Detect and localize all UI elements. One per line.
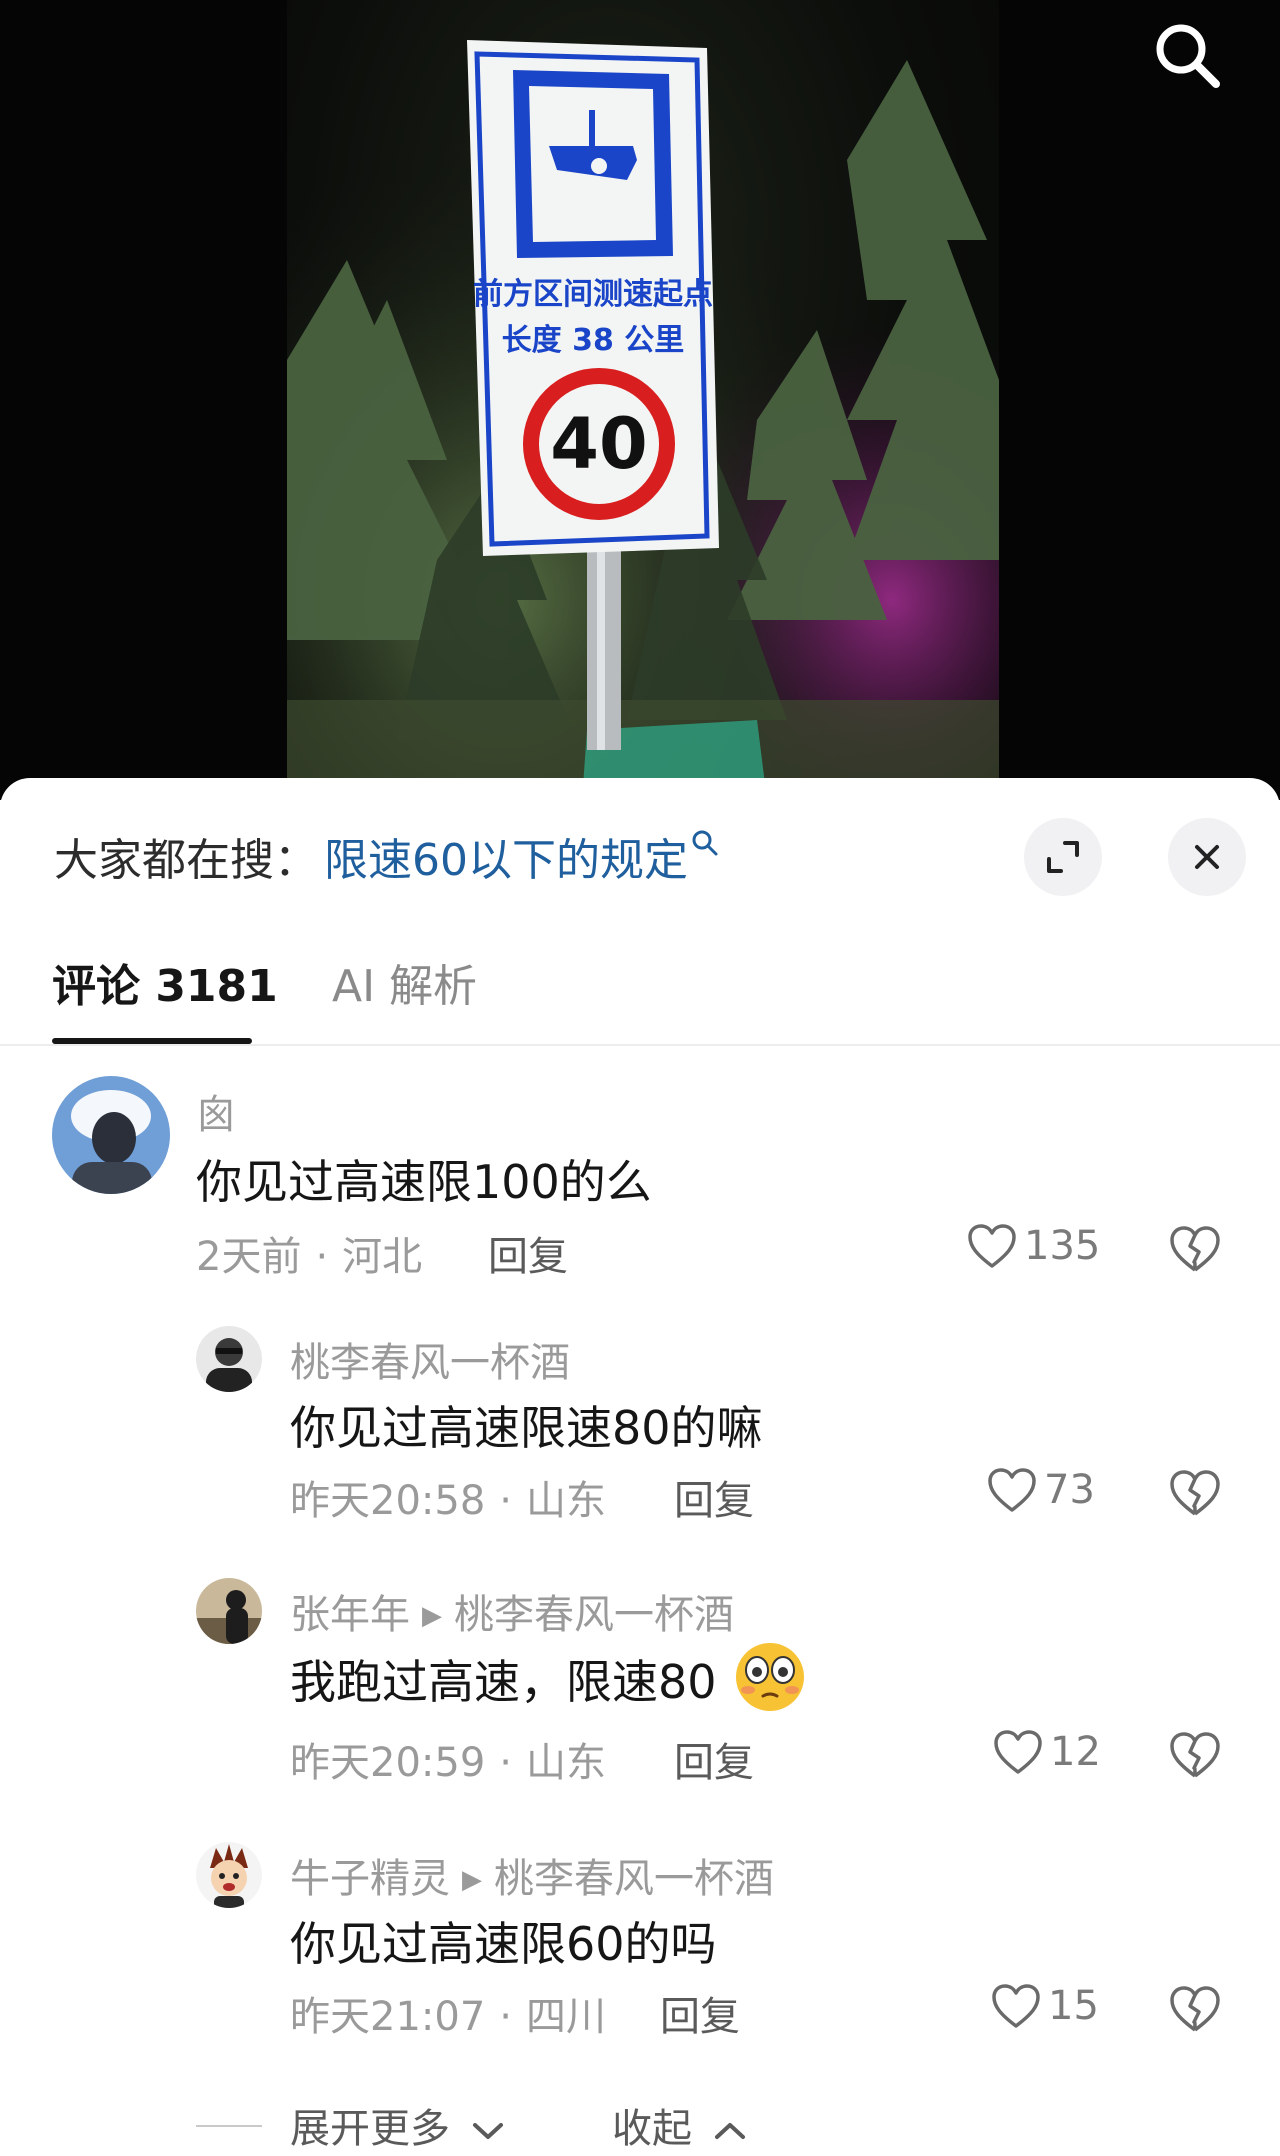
- dislike-button[interactable]: [1168, 1468, 1222, 1518]
- meta-separator: ·: [315, 1234, 329, 1280]
- search-icon[interactable]: [690, 828, 720, 858]
- expand-more-label: 展开更多: [290, 2106, 450, 2152]
- comment-text: 你见过高速限60的吗: [290, 1917, 717, 1971]
- reply-button[interactable]: 回复: [674, 1468, 754, 1526]
- meta-separator: ·: [499, 1740, 512, 1786]
- collapse-button[interactable]: 收起: [612, 2096, 747, 2154]
- comment-sheet: 大家都在搜： 限速60以下的规定 评论 3181 AI 解析 囪 你见过高速限1…: [0, 778, 1280, 2156]
- reply-button[interactable]: 回复: [660, 1984, 740, 2042]
- broken-heart-icon: [1170, 1226, 1220, 1272]
- comment-text-content: 我跑过高速，限速80: [290, 1655, 717, 1709]
- expand-more-button[interactable]: 展开更多: [290, 2096, 505, 2154]
- reply-arrow-icon: ▶: [462, 1865, 482, 1895]
- comment-text: 你见过高速限速80的嘛: [290, 1401, 763, 1455]
- svg-text:长度 38 公里: 长度 38 公里: [502, 323, 685, 358]
- tab-ai-analysis[interactable]: AI 解析: [332, 950, 477, 1014]
- reply-to-name[interactable]: 桃李春风一杯酒: [454, 1592, 734, 1638]
- comment-tabs: 评论 3181 AI 解析: [0, 916, 1280, 1046]
- author-name: 囪: [196, 1092, 236, 1138]
- reply-button[interactable]: 回复: [488, 1224, 568, 1282]
- comment-meta: 昨天20:59 · 山东: [290, 1730, 606, 1788]
- broken-heart-icon: [1170, 1986, 1220, 2032]
- comment-author[interactable]: 桃李春风一杯酒: [290, 1330, 570, 1388]
- chevron-up-icon: [714, 2123, 745, 2139]
- comment-time: 2天前: [196, 1234, 302, 1280]
- reply-to-name[interactable]: 桃李春风一杯酒: [494, 1856, 774, 1902]
- avatar[interactable]: [196, 1326, 262, 1392]
- comment-time: 昨天21:07: [290, 1994, 486, 2040]
- comment-author[interactable]: 囪: [196, 1082, 236, 1140]
- broken-heart-icon: [1170, 1732, 1220, 1778]
- comment-text: 你见过高速限100的么: [196, 1155, 652, 1209]
- reply-button[interactable]: 回复: [674, 1730, 754, 1788]
- comment-text: 我跑过高速，限速80: [290, 1640, 809, 1714]
- avatar[interactable]: [196, 1578, 262, 1644]
- comment-meta: 2天前 · 河北: [196, 1224, 422, 1282]
- reply-comment-item: 牛子精灵 ▶ 桃李春风一杯酒 你见过高速限60的吗 昨天21:07 · 四川 回复 15: [0, 1842, 1280, 2040]
- flushed-face-emoji: [736, 1643, 805, 1711]
- expand-icon: [1047, 841, 1079, 873]
- active-tab-indicator: [52, 1038, 252, 1044]
- meta-separator: ·: [499, 1478, 512, 1524]
- author-name: 张年年: [290, 1592, 410, 1638]
- avatar[interactable]: [196, 1842, 262, 1908]
- expand-button[interactable]: [1024, 818, 1102, 896]
- speed-sign: 前方区间测速起点 长度 38 公里 40: [467, 40, 719, 556]
- comment-meta: 昨天20:58 · 山东: [290, 1468, 606, 1526]
- hot-search-label: 大家都在搜：: [54, 835, 318, 886]
- comment-location: 山东: [526, 1478, 606, 1524]
- like-count: 135: [1024, 1223, 1101, 1269]
- like-button[interactable]: 73: [986, 1466, 1095, 1514]
- chevron-down-icon: [472, 2123, 503, 2139]
- reply-arrow-icon: ▶: [422, 1601, 442, 1631]
- avatar[interactable]: [52, 1076, 170, 1194]
- like-button[interactable]: 135: [966, 1222, 1100, 1270]
- search-icon[interactable]: [1148, 16, 1228, 96]
- meta-separator: ·: [499, 1994, 512, 2040]
- heart-icon: [988, 1468, 1036, 1512]
- like-button[interactable]: 12: [992, 1728, 1101, 1776]
- replies-footer: 展开更多 收起: [0, 2090, 1280, 2156]
- like-count: 15: [1048, 1983, 1099, 2029]
- tab-comments[interactable]: 评论 3181: [52, 950, 278, 1014]
- video-player[interactable]: 前方区间测速起点 长度 38 公里 40: [0, 0, 1280, 800]
- comment-location: 四川: [526, 1994, 606, 2040]
- like-count: 12: [1050, 1729, 1101, 1775]
- comment-time: 昨天20:59: [290, 1740, 486, 1786]
- like-button[interactable]: 15: [990, 1982, 1099, 2030]
- reply-comment-item: 张年年 ▶ 桃李春风一杯酒 我跑过高速，限速80 昨天20:59 · 山东 回复 12: [0, 1578, 1280, 1786]
- svg-text:前方区间测速起点: 前方区间测速起点: [473, 277, 713, 312]
- hot-search-query-link[interactable]: 限速60以下的规定: [324, 824, 688, 888]
- like-count: 73: [1044, 1467, 1095, 1513]
- close-icon: [1195, 845, 1219, 869]
- author-name: 牛子精灵: [290, 1856, 450, 1902]
- heart-icon: [992, 1984, 1040, 2028]
- comment-time: 昨天20:58: [290, 1478, 486, 1524]
- dislike-button[interactable]: [1168, 1984, 1222, 2034]
- heart-icon: [994, 1730, 1042, 1774]
- heart-icon: [968, 1224, 1016, 1268]
- svg-text:40: 40: [550, 403, 647, 485]
- video-scene: 前方区间测速起点 长度 38 公里 40: [287, 0, 999, 800]
- comment-author[interactable]: 张年年 ▶ 桃李春风一杯酒: [290, 1582, 734, 1640]
- hot-search-bar: 大家都在搜： 限速60以下的规定: [54, 816, 720, 896]
- reply-comment-item: 桃李春风一杯酒 你见过高速限速80的嘛 昨天20:58 · 山东 回复 73: [0, 1326, 1280, 1524]
- comment-author[interactable]: 牛子精灵 ▶ 桃李春风一杯酒: [290, 1846, 774, 1904]
- comment-location: 河北: [342, 1234, 423, 1280]
- comment-item: 囪 你见过高速限100的么 2天前 · 河北 回复 135: [0, 1076, 1280, 1280]
- divider: [196, 2125, 262, 2127]
- collapse-label: 收起: [612, 2106, 692, 2152]
- dislike-button[interactable]: [1168, 1224, 1222, 1274]
- dislike-button[interactable]: [1168, 1730, 1222, 1780]
- author-name: 桃李春风一杯酒: [290, 1340, 570, 1386]
- broken-heart-icon: [1170, 1470, 1220, 1516]
- comment-meta: 昨天21:07 · 四川: [290, 1984, 606, 2042]
- comment-location: 山东: [526, 1740, 606, 1786]
- close-button[interactable]: [1168, 818, 1246, 896]
- video-frame: 前方区间测速起点 长度 38 公里 40: [287, 0, 999, 800]
